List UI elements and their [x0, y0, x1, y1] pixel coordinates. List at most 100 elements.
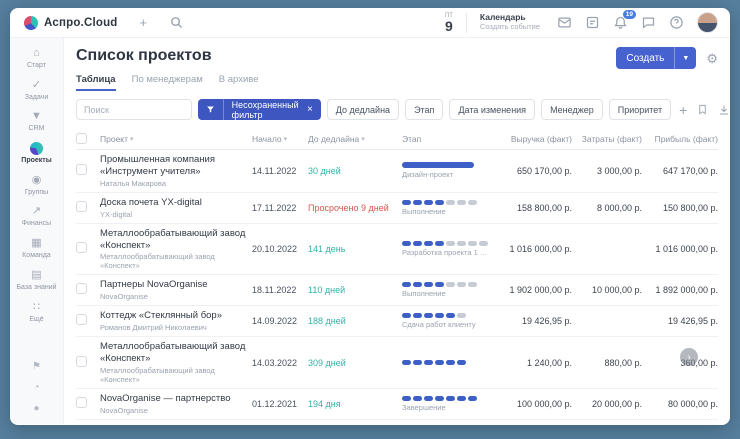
divider — [466, 13, 467, 33]
table-row[interactable]: Доска почета YX-digital YX-digital 17.11… — [76, 193, 718, 224]
column-header-revenue[interactable]: Выручка (факт) — [498, 134, 572, 144]
profit-value: 80 000,00 р. — [642, 399, 718, 409]
sidebar-item-старт[interactable]: ⌂Старт — [10, 43, 63, 75]
column-header-deadline[interactable]: До дедлайна▾ — [308, 134, 402, 144]
column-header-profit[interactable]: Прибыль (факт) — [642, 134, 718, 144]
sidebar-item-база-знаний[interactable]: ▤База знаний — [10, 265, 63, 297]
row-checkbox[interactable] — [76, 397, 87, 408]
stage-segment — [435, 282, 444, 287]
stage-segment — [446, 313, 455, 318]
stage-segment — [457, 360, 466, 365]
filter-button[interactable]: Дата изменения — [449, 99, 535, 120]
stage-segment — [446, 241, 455, 246]
stage-segment — [413, 282, 422, 287]
column-header-project[interactable]: Проект▾ — [100, 134, 252, 144]
costs-value: 20 000,00 р. — [572, 399, 642, 409]
tab-table[interactable]: Таблица — [76, 74, 116, 91]
filter-button[interactable]: Этап — [405, 99, 443, 120]
create-button[interactable]: Создать ▼ — [616, 47, 696, 69]
knowledge-base-icon: ▤ — [31, 269, 41, 282]
page-title: Список проектов — [76, 47, 212, 65]
filter-button[interactable]: Приоритет — [609, 99, 671, 120]
filter-button[interactable]: Менеджер — [541, 99, 603, 120]
calendar-widget[interactable]: Календарь Создать событие — [480, 13, 540, 31]
stage-segment — [413, 241, 422, 246]
notifications-bell-icon[interactable]: 19 — [613, 15, 628, 30]
project-title[interactable]: Партнеры NovaOrganise — [100, 279, 252, 291]
costs-value: 880,00 р. — [572, 358, 642, 368]
costs-value: 8 000,00 р. — [572, 203, 642, 213]
more-grid-icon: ∷ — [33, 301, 40, 314]
help-circle-icon[interactable]: ◔ — [33, 382, 39, 393]
clear-filter-icon[interactable]: × — [305, 104, 321, 115]
finance-icon: ↗ — [32, 205, 41, 218]
sidebar-item-финансы[interactable]: ↗Финансы — [10, 201, 63, 233]
tab-archived[interactable]: В архиве — [219, 74, 259, 91]
project-title[interactable]: Промышленная компания «Инструмент учител… — [100, 154, 252, 178]
project-title[interactable]: NovaOrganise — партнерство — [100, 393, 252, 405]
project-title[interactable]: Коттедж «Стеклянный бор» — [100, 310, 252, 322]
search-icon[interactable] — [169, 15, 184, 30]
add-filter-icon[interactable]: + — [677, 102, 689, 118]
stage-label: Выполнение — [402, 289, 490, 298]
stage-progress-bar — [402, 396, 490, 401]
revenue-value: 100 000,00 р. — [498, 399, 572, 409]
search-input[interactable] — [76, 99, 192, 120]
table-row[interactable]: Металлообрабатывающий завод «Конспект» М… — [76, 224, 718, 276]
help-icon[interactable] — [669, 15, 684, 30]
chat-icon[interactable] — [641, 15, 656, 30]
active-filter-chip[interactable]: Несохраненный фильтр × — [198, 99, 321, 120]
row-checkbox[interactable] — [76, 201, 87, 212]
quick-add-button[interactable]: + — [140, 16, 148, 29]
filter-bar: Несохраненный фильтр × До дедлайна Этап Да… — [76, 99, 718, 120]
stage-segment — [402, 396, 411, 401]
tab-by-managers[interactable]: По менеджерам — [132, 74, 203, 91]
select-all-checkbox[interactable] — [76, 133, 87, 144]
row-checkbox[interactable] — [76, 356, 87, 367]
sidebar-item-группы[interactable]: ◉Группы — [10, 170, 63, 202]
stage-segment — [435, 200, 444, 205]
calendar-date[interactable]: ПТ 9 — [445, 13, 453, 33]
table-row[interactable]: Партнеры NovaOrganise NovaOrganise 18.11… — [76, 275, 718, 306]
project-title[interactable]: Металлообрабатывающий завод «Конспект» — [100, 228, 252, 252]
scroll-right-button[interactable]: › — [680, 348, 698, 366]
sidebar-item-команда[interactable]: ▦Команда — [10, 233, 63, 265]
filter-button[interactable]: До дедлайна — [327, 99, 399, 120]
row-checkbox[interactable] — [76, 242, 87, 253]
deadline-value: Просрочено 9 дней — [308, 203, 402, 213]
chat-circle-icon[interactable]: ● — [33, 403, 39, 414]
download-icon[interactable] — [716, 104, 730, 116]
start-date: 18.11.2022 — [252, 285, 308, 295]
table-row[interactable]: Промышленная компания «Инструмент учител… — [76, 150, 718, 193]
mail-icon[interactable] — [557, 15, 572, 30]
flag-icon[interactable]: ⚑ — [32, 361, 41, 372]
project-title[interactable]: Доска почета YX-digital — [100, 197, 252, 209]
row-checkbox[interactable] — [76, 283, 87, 294]
sidebar-item-ещё[interactable]: ∷Ещё — [10, 297, 63, 329]
bookmark-icon[interactable] — [695, 104, 710, 115]
chevron-down-icon[interactable]: ▼ — [675, 55, 696, 62]
column-header-costs[interactable]: Затраты (факт) — [572, 134, 642, 144]
project-title[interactable]: Металлообрабатывающий завод «Конспект» — [100, 341, 252, 365]
project-subtitle: NovaOrganise — [100, 406, 252, 415]
sidebar-item-crm[interactable]: ▼CRM — [10, 106, 63, 138]
table-row[interactable]: Металлообрабатывающий завод «Конспект» М… — [76, 337, 718, 389]
table-header: Проект▾ Начало▾ До дедлайна▾ Этап Выручк… — [76, 128, 718, 150]
profit-value: 1 016 000,00 р. — [642, 244, 718, 254]
notes-icon[interactable] — [585, 15, 600, 30]
table-row[interactable]: NovaOrganise — партнерство NovaOrganise … — [76, 389, 718, 420]
sidebar-item-проекты[interactable]: Проекты — [10, 138, 63, 170]
stage-segment — [468, 241, 477, 246]
table-row[interactable]: Коттедж «Стеклянный бор» Романов Дмитрий… — [76, 306, 718, 337]
column-header-start[interactable]: Начало▾ — [252, 134, 308, 144]
costs-value: 3 000,00 р. — [572, 166, 642, 176]
row-checkbox[interactable] — [76, 164, 87, 175]
row-checkbox[interactable] — [76, 314, 87, 325]
table-row[interactable]: ХМАО- Сургут 01.12.2022 Просрочено 7 дне… — [76, 420, 718, 424]
page-settings-gear-icon[interactable]: ⚙ — [706, 52, 718, 65]
user-avatar[interactable] — [697, 12, 718, 33]
column-header-stage[interactable]: Этап — [402, 134, 498, 144]
stage-segment — [435, 396, 444, 401]
filter-buttons: До дедлайна Этап Дата изменения Менеджер При… — [327, 99, 671, 120]
sidebar-item-задачи[interactable]: ✓Задачи — [10, 75, 63, 107]
